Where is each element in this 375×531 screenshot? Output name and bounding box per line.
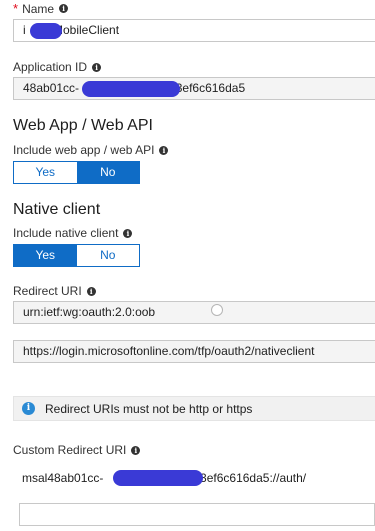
web-app-yes-option[interactable]: Yes: [14, 162, 77, 183]
application-id-field[interactable]: 48ab01cc- 73ef6c616da5: [13, 77, 375, 100]
redirect-uri-label-text: Redirect URI: [13, 284, 82, 298]
redirect-uri-field-1[interactable]: urn:ietf:wg:oauth:2.0:oob: [13, 301, 375, 324]
info-icon: i: [22, 402, 35, 415]
info-icon[interactable]: i: [92, 62, 102, 72]
application-id-label: Application ID i: [13, 60, 102, 74]
native-client-no-option[interactable]: No: [76, 245, 139, 266]
info-icon[interactable]: i: [131, 445, 141, 455]
web-app-toggle[interactable]: Yes No: [13, 161, 140, 184]
native-client-heading: Native client: [13, 201, 101, 218]
info-icon[interactable]: i: [59, 4, 69, 13]
custom-redirect-suffix: 73ef6c616da5://auth/: [193, 471, 307, 485]
name-input[interactable]: i/MobileClient: [13, 19, 375, 42]
name-label: * Name i: [13, 1, 69, 16]
custom-redirect-prefix: msal48ab01cc-: [22, 471, 104, 485]
include-native-client-label-text: Include native client: [13, 226, 119, 240]
info-icon[interactable]: i: [123, 228, 133, 238]
redaction-mark: [30, 23, 62, 39]
native-client-toggle[interactable]: Yes No: [13, 244, 140, 267]
application-id-prefix: 48ab01cc-: [23, 81, 80, 95]
custom-redirect-uri-label: Custom Redirect URI i: [13, 443, 141, 457]
radio-circle-icon[interactable]: [211, 304, 223, 316]
native-client-yes-option[interactable]: Yes: [14, 245, 77, 266]
include-web-app-label: Include web app / web API i: [13, 143, 169, 157]
info-icon[interactable]: i: [159, 145, 169, 155]
name-value-prefix: i: [23, 23, 26, 37]
include-native-client-label: Include native client i: [13, 226, 133, 240]
redirect-uri-field-2[interactable]: https://login.microsoftonline.com/tfp/oa…: [13, 340, 375, 363]
redaction-mark: [82, 81, 180, 97]
include-web-app-label-text: Include web app / web API: [13, 143, 155, 157]
custom-redirect-uri-input[interactable]: [19, 503, 375, 526]
name-label-text: Name: [22, 1, 55, 16]
redaction-mark: [113, 470, 203, 486]
redirect-uri-label: Redirect URI i: [13, 284, 96, 298]
info-banner-text: Redirect URIs must not be http or https: [45, 401, 253, 416]
application-id-suffix: 73ef6c616da5: [169, 81, 246, 95]
application-id-label-text: Application ID: [13, 60, 88, 74]
custom-redirect-uri-label-text: Custom Redirect URI: [13, 443, 127, 457]
required-asterisk: *: [13, 1, 19, 16]
info-banner: i Redirect URIs must not be http or http…: [13, 396, 375, 421]
web-app-heading: Web App / Web API: [13, 117, 153, 134]
custom-redirect-uri-value[interactable]: msal48ab01cc- 73ef6c616da5://auth/: [13, 466, 375, 490]
web-app-no-option[interactable]: No: [76, 162, 139, 183]
info-icon[interactable]: i: [86, 286, 96, 296]
